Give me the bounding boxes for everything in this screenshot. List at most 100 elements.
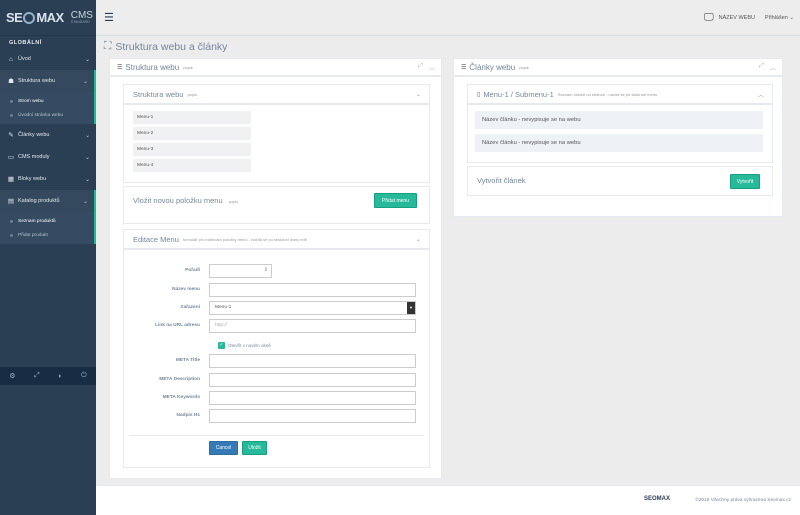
user-menu[interactable]: Přihlášen ⌄ [765,15,794,21]
edit-icon: ✎ [8,132,14,139]
menu-tree: Menu-1 Menu-2 Menu-3 Menu-4 [133,111,251,175]
file-icon: ▯ [477,91,481,98]
footer-logo: SEOMAX [643,496,670,502]
menu-item[interactable]: Menu-3 [133,143,251,156]
sidebar-item-label: CMS moduly [18,154,50,160]
meta-desc-input[interactable] [209,373,416,387]
box-icon: ▤ [7,198,15,205]
page-title-text: Struktura webu a články [115,40,228,53]
magnifier-icon [23,11,36,24]
article-list-title: Menu-1 / Submenu-1 [483,89,554,99]
article-list-header: ▯ Menu-1 / Submenu-1 Seznam článků na st… [468,85,772,105]
edit-box: Editace Menu formulář pro editování polo… [123,229,430,468]
chevron-down-icon: ⌄ [82,198,88,205]
chevron-down-icon[interactable]: ▼ [407,302,415,314]
home-icon: ⌂ [9,55,13,63]
panel-header: ☰ Články webu popis ⤢ ︿ [454,59,782,77]
new-window-label: Otevřít v novém okně [228,343,271,348]
meta-title-input[interactable] [209,354,416,368]
sitemap-icon: ☗ [8,78,14,85]
logo-text-2: MAX [36,10,64,25]
meta-desc-label: META Description [159,377,200,382]
assign-label: Zařazení [180,305,200,310]
panel-title: Články webu [469,62,516,72]
logo-text: SE [6,10,23,25]
eye-slash-icon[interactable]: ◐ [58,373,62,380]
sidebar-subitem-pridat[interactable]: Přidat produkt [0,228,94,242]
panel-header: ☰ Struktura webu popis ⤢ ︿ [110,59,441,77]
link-label: Link na URL adresu [155,323,200,328]
site-link[interactable]: 🖵 NÁZEV WEBU [704,12,755,23]
save-button[interactable]: Uložit [242,441,267,455]
menu-toggle-icon[interactable]: ☰ [104,11,114,24]
chevron-down-icon: ⌄ [84,56,90,63]
link-input[interactable]: http:// [209,319,416,333]
new-window-checkbox[interactable]: ✓ Otevřít v novém okně [218,342,271,349]
desktop-icon: ▭ [7,154,15,161]
article-item[interactable]: Název článku - nevypisuje se na webu [475,134,763,152]
sidebar-item-uvod[interactable]: ⌂ Úvod ⌄ [0,48,96,70]
sidebar-item-cms-moduly[interactable]: ▭ CMS moduly ⌄ [0,146,96,168]
fullscreen-icon[interactable]: ⤢ [34,372,40,380]
article-list-hint: Seznam článků na stránce - načítá se po … [557,91,658,97]
article-item[interactable]: Název článku - nevypisuje se na webu [475,111,763,129]
sidebar-item-struktura[interactable]: ☗ Struktura webu ⌄ [0,70,96,92]
chevron-down-icon: ⌄ [84,176,90,183]
meta-kw-label: META Keywords [162,395,200,400]
chevron-down-icon[interactable]: ⌄ [416,91,421,98]
submenu-katalog: Seznam produktů Přidat produkt [0,212,96,244]
menu-item[interactable]: Menu-2 [133,127,251,140]
menu-item[interactable]: Menu-4 [133,159,251,172]
spinner-icon[interactable]: ⇕ [264,267,268,273]
sidebar-subitem-seznam[interactable]: Seznam produktů [0,214,94,228]
new-item-title-wrap: Vložit novou položku menu popis [133,196,238,205]
chevron-up-icon[interactable]: ︿ [770,63,776,72]
copyright: ©2016 Všechny práva vyhrazena Seomax.cz [695,498,791,503]
add-menu-button[interactable]: Přidat menu [374,193,417,208]
sidebar-item-label: Články webu [18,132,50,138]
h1-input[interactable] [209,409,416,423]
settings-icon[interactable]: ⚙ [9,372,15,380]
h1-label: Nadpis H1 [176,413,200,418]
name-input[interactable] [209,283,416,297]
edit-hint: formulář pro editování položky menu - na… [182,236,307,242]
sitemap-icon: ⛶ [104,40,112,52]
chevron-down-icon[interactable]: ⌄ [416,236,421,243]
power-icon[interactable]: ⏻ [81,372,87,380]
sidebar-subitem-uvodni[interactable]: Úvodní stránka webu [0,108,94,122]
logo[interactable]: SE MAX CMS STANDARD [0,0,96,36]
sidebar-item-katalog[interactable]: ▤ Katalog produktů ⌄ [0,190,96,212]
tree-hint: popis [187,91,198,97]
chevron-down-icon: ⌄ [84,132,90,139]
sidebar-subitem-strom[interactable]: Strom webu [0,94,94,108]
expand-icon[interactable]: ⤢ [759,63,764,72]
assign-value: Menu-1 [215,305,232,310]
list-icon: ☰ [461,64,467,71]
sidebar-item-label: Struktura webu [18,78,55,84]
menu-item[interactable]: Menu-1 [133,111,251,124]
new-item-title: Vložit novou položku menu [133,196,223,205]
top-nav: ☰ 🖵 NÁZEV WEBU Přihlášen ⌄ [96,0,800,36]
monitor-icon: 🖵 [703,12,714,23]
panel-hint: popis [519,65,529,70]
assign-select[interactable]: Menu-1 ▼ [209,301,416,315]
chevron-up-icon[interactable]: ︿ [429,63,435,72]
cancel-button[interactable]: Cancel [209,441,238,455]
expand-icon[interactable]: ⤢ [418,63,423,72]
sidebar-item-bloky[interactable]: ▦ Bloky webu ⌄ [0,168,96,190]
create-article-button[interactable]: Vytvořit [730,174,760,189]
sidebar: SE MAX CMS STANDARD GLOBÁLNÍ ⌂ Úvod ⌄ ☗ S… [0,0,96,515]
chevron-up-icon[interactable]: ︿ [758,90,764,99]
tree-title: Struktura webu [133,89,184,99]
sidebar-item-clanky[interactable]: ✎ Články webu ⌄ [0,124,96,146]
meta-kw-input[interactable] [209,391,416,405]
meta-title-label: META Title [175,358,200,363]
create-article-label: Vytvořit článek [477,176,526,185]
check-icon: ✓ [218,342,225,349]
page-title: ⛶ Struktura webu a články [104,40,227,53]
create-article-box: Vytvořit článek [467,166,773,196]
order-input[interactable]: ⇕ [209,264,272,278]
list-icon: ☰ [117,64,123,71]
table-icon: ▦ [7,176,15,183]
section-title: GLOBÁLNÍ [9,40,42,46]
